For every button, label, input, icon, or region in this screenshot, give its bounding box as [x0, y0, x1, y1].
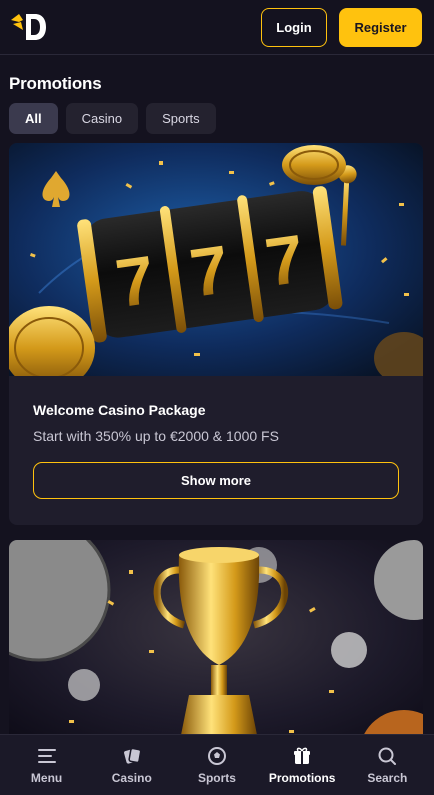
- filter-casino[interactable]: Casino: [65, 103, 139, 134]
- promo-filters: All Casino Sports: [9, 103, 216, 134]
- slot-machine-image: 7 7 7: [9, 143, 423, 376]
- search-icon: [377, 746, 397, 766]
- nav-promotions[interactable]: Promotions: [262, 746, 342, 785]
- nav-menu-label: Menu: [30, 770, 63, 785]
- nav-search-label: Search: [367, 770, 408, 785]
- top-header: Login Register: [0, 0, 434, 55]
- nav-promotions-label: Promotions: [268, 770, 336, 785]
- promo-title: Welcome Casino Package: [33, 402, 206, 418]
- promo-card: 7 7 7 Welcome Casino Package Start with …: [9, 143, 423, 525]
- filter-all[interactable]: All: [9, 103, 58, 134]
- brand-logo[interactable]: [9, 7, 49, 47]
- soccer-ball-icon: [207, 746, 227, 766]
- nav-search[interactable]: Search: [347, 746, 427, 785]
- logo-icon: [11, 14, 46, 40]
- login-button[interactable]: Login: [261, 7, 327, 47]
- cards-icon: [122, 746, 142, 766]
- bottom-navigation: Menu Casino Sports Promotions Search: [0, 734, 434, 795]
- nav-casino[interactable]: Casino: [92, 746, 172, 785]
- register-button[interactable]: Register: [339, 7, 422, 47]
- filter-sports[interactable]: Sports: [146, 103, 216, 134]
- nav-sports[interactable]: Sports: [177, 746, 257, 785]
- promo-card: [9, 540, 423, 760]
- menu-icon: [37, 746, 57, 766]
- gift-icon: [292, 746, 312, 766]
- nav-menu[interactable]: Menu: [7, 746, 87, 785]
- page-title: Promotions: [9, 74, 102, 93]
- trophy-image: [9, 540, 423, 760]
- nav-casino-label: Casino: [111, 770, 152, 785]
- nav-sports-label: Sports: [197, 770, 236, 785]
- promo-subtitle: Start with 350% up to €2000 & 1000 FS: [33, 428, 279, 444]
- show-more-button[interactable]: Show more: [33, 462, 399, 499]
